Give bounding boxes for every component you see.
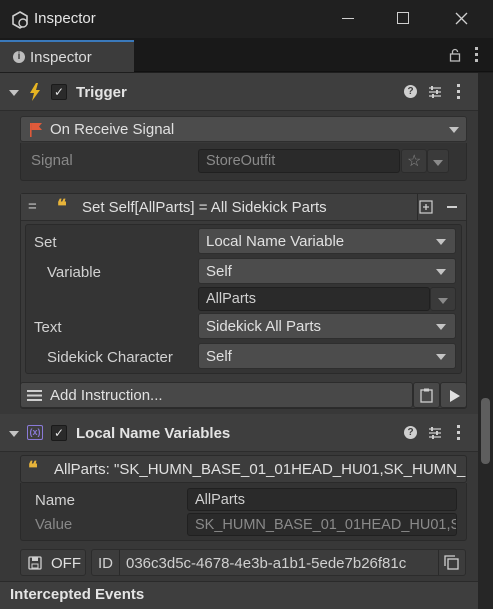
add-instruction-label: Add Instruction... — [50, 387, 163, 404]
variable-item-text: AllParts: "SK_HUMN_BASE_01_01HEAD_HU01,S… — [54, 461, 467, 478]
signal-label: Signal — [31, 152, 73, 169]
var-value-label: Value — [35, 516, 73, 533]
paste-button[interactable] — [413, 382, 440, 408]
signal-field[interactable]: StoreOutfit — [198, 149, 400, 173]
var-name-value: AllParts — [195, 492, 245, 508]
chevron-down-icon — [433, 160, 443, 166]
set-label: Set — [34, 234, 57, 251]
save-toggle-button[interactable]: OFF — [20, 549, 86, 576]
run-button[interactable] — [440, 382, 467, 408]
close-icon[interactable] — [455, 12, 468, 25]
list-icon — [27, 390, 42, 401]
maximize-icon[interactable] — [397, 12, 409, 24]
trigger-header[interactable]: ✓ Trigger ? — [0, 73, 478, 111]
collapse-arrow-icon[interactable] — [9, 90, 19, 96]
local-vars-enabled-checkbox[interactable]: ✓ — [51, 425, 67, 441]
variable-dropdown[interactable]: Self — [198, 258, 456, 284]
preset-icon[interactable] — [428, 85, 442, 99]
tab-inspector[interactable]: i Inspector — [0, 40, 134, 72]
trigger-enabled-checkbox[interactable]: ✓ — [51, 84, 67, 100]
chevron-down-icon — [436, 269, 446, 275]
chevron-down-icon — [438, 298, 448, 304]
var-name-label: Name — [35, 492, 76, 509]
var-name-field[interactable]: AllParts — [187, 488, 457, 511]
signal-dropdown-button[interactable] — [427, 149, 449, 173]
quote-icon: ❝ — [28, 458, 38, 478]
more-icon[interactable] — [457, 84, 461, 100]
set-value: Local Name Variable — [206, 233, 345, 250]
chevron-down-icon — [449, 127, 459, 133]
variable-label: Variable — [47, 264, 101, 281]
tab-label: Inspector — [30, 49, 92, 66]
favorite-button[interactable]: ☆ — [401, 149, 427, 173]
info-icon: i — [13, 51, 25, 63]
preset-icon[interactable] — [428, 426, 442, 440]
text-value: Sidekick All Parts — [206, 318, 322, 335]
window-title: Inspector — [34, 10, 96, 27]
var-value-value: SK_HUMN_BASE_01_01HEAD_HU01,S — [195, 517, 457, 533]
collapse-arrow-icon[interactable] — [9, 431, 19, 437]
help-icon[interactable]: ? — [404, 85, 417, 98]
clipboard-icon — [420, 388, 433, 403]
id-value: 036c3d5c-4678-4e3b-a1b1-5ede7b26f81c — [126, 555, 407, 572]
more-icon[interactable] — [457, 425, 461, 441]
character-dropdown[interactable]: Self — [198, 343, 456, 369]
scrollbar-track[interactable] — [478, 73, 493, 609]
chevron-down-icon — [436, 324, 446, 330]
variable-value: Self — [206, 263, 232, 280]
local-vars-header[interactable]: (x) ✓ Local Name Variables ? — [0, 414, 478, 452]
set-dropdown[interactable]: Local Name Variable — [198, 228, 456, 254]
copy-icon[interactable] — [444, 555, 459, 570]
var-value-field[interactable]: SK_HUMN_BASE_01_01HEAD_HU01,S — [187, 513, 457, 536]
title-bar: Inspector — [0, 0, 493, 38]
save-toggle-label: OFF — [51, 555, 81, 572]
help-icon[interactable]: ? — [404, 426, 417, 439]
plus-box-icon[interactable] — [419, 200, 433, 214]
save-icon — [28, 556, 42, 570]
unity-logo-icon — [12, 11, 28, 29]
event-dropdown-value: On Receive Signal — [50, 121, 175, 138]
drag-handle-icon[interactable]: = — [28, 198, 37, 215]
instruction-header[interactable]: = ❝ Set Self[AllParts] = All Sidekick Pa… — [21, 194, 466, 221]
quote-icon: ❝ — [57, 196, 67, 216]
variable-name-value: AllParts — [206, 291, 256, 307]
flag-icon — [30, 123, 42, 137]
event-dropdown[interactable]: On Receive Signal — [20, 116, 467, 142]
intercepted-events-title: Intercepted Events — [10, 586, 145, 603]
scrollbar-thumb[interactable] — [481, 398, 490, 464]
name-dropdown-button[interactable] — [430, 287, 456, 311]
character-value: Self — [206, 348, 232, 365]
lock-icon[interactable] — [449, 48, 461, 62]
add-instruction-button[interactable]: Add Instruction... — [20, 382, 413, 408]
minus-icon[interactable] — [447, 206, 457, 208]
variable-item-header[interactable]: ❝ AllParts: "SK_HUMN_BASE_01_01HEAD_HU01… — [20, 455, 467, 483]
intercepted-events-header[interactable]: Intercepted Events — [0, 581, 478, 609]
play-icon — [450, 390, 460, 402]
id-field[interactable]: ID 036c3d5c-4678-4e3b-a1b1-5ede7b26f81c — [91, 549, 466, 576]
local-vars-title: Local Name Variables — [76, 425, 231, 442]
variable-name-field[interactable]: AllParts — [198, 287, 430, 311]
text-label: Text — [34, 319, 62, 336]
signal-value: StoreOutfit — [206, 153, 276, 169]
star-icon: ☆ — [407, 153, 422, 170]
lightning-icon — [30, 83, 40, 101]
variables-icon: (x) — [27, 425, 43, 440]
instruction-title: Set Self[AllParts] = All Sidekick Parts — [82, 199, 327, 216]
chevron-down-icon — [436, 239, 446, 245]
text-dropdown[interactable]: Sidekick All Parts — [198, 313, 456, 339]
id-label: ID — [98, 555, 113, 572]
minimize-icon[interactable] — [342, 18, 354, 19]
more-icon[interactable] — [475, 47, 479, 63]
trigger-title: Trigger — [76, 84, 127, 101]
chevron-down-icon — [436, 354, 446, 360]
character-label: Sidekick Character — [47, 349, 173, 366]
